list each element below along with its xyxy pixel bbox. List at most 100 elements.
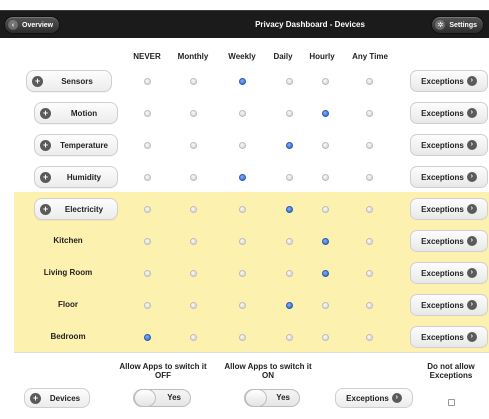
- radio-daily[interactable]: [286, 302, 293, 309]
- radio-monthly[interactable]: [190, 206, 197, 213]
- radio-hourly[interactable]: [322, 78, 329, 85]
- arrow-right-circle-icon: ›: [466, 204, 477, 214]
- radio-never[interactable]: [144, 302, 151, 309]
- radio-weekly[interactable]: [239, 142, 246, 149]
- radio-monthly[interactable]: [190, 238, 197, 245]
- do-not-allow-exceptions-checkbox[interactable]: [448, 399, 455, 406]
- toggle-value: Yes: [276, 393, 290, 402]
- radio-any-time[interactable]: [366, 110, 373, 117]
- radio-hourly[interactable]: [322, 334, 329, 341]
- radio-daily[interactable]: [286, 110, 293, 117]
- allow-on-caption-line2: ON: [262, 371, 274, 380]
- footer-exceptions-button[interactable]: Exceptions ›: [335, 388, 413, 408]
- radio-monthly[interactable]: [190, 334, 197, 341]
- category-motion-button[interactable]: + Motion: [34, 102, 118, 124]
- radio-weekly[interactable]: [239, 270, 246, 277]
- settings-button[interactable]: ✲ Settings: [431, 16, 484, 34]
- radio-any-time[interactable]: [366, 142, 373, 149]
- radio-weekly[interactable]: [239, 302, 246, 309]
- radio-monthly[interactable]: [190, 110, 197, 117]
- radio-monthly[interactable]: [190, 142, 197, 149]
- radio-never[interactable]: [144, 110, 151, 117]
- arrow-right-circle-icon: ›: [391, 393, 402, 403]
- allow-off-toggle[interactable]: Yes: [133, 389, 191, 407]
- radio-never[interactable]: [144, 334, 151, 341]
- arrow-right-circle-icon: ›: [466, 332, 477, 342]
- no-exceptions-caption-line1: Do not allow: [427, 362, 475, 371]
- exceptions-button[interactable]: Exceptions ›: [410, 134, 488, 156]
- arrow-right-circle-icon: ›: [466, 268, 477, 278]
- radio-monthly[interactable]: [190, 174, 197, 181]
- radio-daily[interactable]: [286, 206, 293, 213]
- top-toolbar: ‹ Overview Privacy Dashboard - Devices ✲…: [0, 10, 489, 38]
- radio-hourly[interactable]: [322, 270, 329, 277]
- radio-any-time[interactable]: [366, 206, 373, 213]
- exceptions-button[interactable]: Exceptions ›: [410, 102, 488, 124]
- exceptions-button[interactable]: Exceptions ›: [410, 198, 488, 220]
- category-sensors-button[interactable]: + Sensors: [26, 70, 112, 92]
- row-sensors: + Sensors Exceptions ›: [14, 64, 489, 96]
- radio-any-time[interactable]: [366, 334, 373, 341]
- radio-weekly[interactable]: [239, 238, 246, 245]
- exceptions-button[interactable]: Exceptions ›: [410, 70, 488, 92]
- radio-monthly[interactable]: [190, 302, 197, 309]
- radio-hourly[interactable]: [322, 206, 329, 213]
- radio-never[interactable]: [144, 78, 151, 85]
- category-humidity-button[interactable]: + Humidity: [34, 166, 118, 188]
- radio-monthly[interactable]: [190, 270, 197, 277]
- exceptions-button[interactable]: Exceptions ›: [410, 262, 488, 284]
- radio-hourly[interactable]: [322, 238, 329, 245]
- row-label: Humidity: [66, 172, 102, 182]
- radio-never[interactable]: [144, 142, 151, 149]
- category-temperature-button[interactable]: + Temperature: [34, 134, 118, 156]
- devices-label: Devices: [49, 393, 81, 403]
- allow-on-caption-line1: Allow Apps to switch it: [224, 362, 312, 371]
- radio-any-time[interactable]: [366, 270, 373, 277]
- overview-back-button[interactable]: ‹ Overview: [4, 16, 61, 34]
- footer-divider: [14, 352, 489, 353]
- radio-daily[interactable]: [286, 270, 293, 277]
- radio-weekly[interactable]: [239, 78, 246, 85]
- exceptions-button[interactable]: Exceptions ›: [410, 294, 488, 316]
- radio-weekly[interactable]: [239, 334, 246, 341]
- radio-weekly[interactable]: [239, 110, 246, 117]
- radio-any-time[interactable]: [366, 78, 373, 85]
- radio-any-time[interactable]: [366, 174, 373, 181]
- radio-daily[interactable]: [286, 174, 293, 181]
- radio-hourly[interactable]: [322, 302, 329, 309]
- arrow-right-circle-icon: ›: [466, 236, 477, 246]
- plus-circle-icon: +: [40, 107, 51, 119]
- row-label: Electricity: [64, 204, 104, 214]
- column-header-weekly: Weekly: [228, 52, 256, 61]
- radio-weekly[interactable]: [239, 206, 246, 213]
- radio-daily[interactable]: [286, 238, 293, 245]
- row-motion: + Motion Exceptions ›: [14, 96, 489, 128]
- radio-never[interactable]: [144, 238, 151, 245]
- radio-hourly[interactable]: [322, 110, 329, 117]
- exceptions-label: Exceptions: [421, 76, 464, 86]
- radio-any-time[interactable]: [366, 302, 373, 309]
- radio-daily[interactable]: [286, 334, 293, 341]
- exceptions-button[interactable]: Exceptions ›: [410, 166, 488, 188]
- radio-daily[interactable]: [286, 142, 293, 149]
- radio-monthly[interactable]: [190, 78, 197, 85]
- allow-off-caption-line2: OFF: [155, 371, 171, 380]
- overview-back-label: Overview: [22, 21, 54, 29]
- exceptions-button[interactable]: Exceptions ›: [410, 230, 488, 252]
- exceptions-button[interactable]: Exceptions ›: [410, 326, 488, 348]
- radio-any-time[interactable]: [366, 238, 373, 245]
- allow-on-toggle[interactable]: Yes: [244, 389, 300, 407]
- radio-hourly[interactable]: [322, 142, 329, 149]
- radio-never[interactable]: [144, 270, 151, 277]
- exceptions-label: Exceptions: [421, 236, 464, 246]
- row-temperature: + Temperature Exceptions ›: [14, 128, 489, 160]
- radio-hourly[interactable]: [322, 174, 329, 181]
- radio-daily[interactable]: [286, 78, 293, 85]
- radio-never[interactable]: [144, 206, 151, 213]
- category-electricity-button[interactable]: + Electricity: [34, 198, 118, 220]
- row-electricity: + Electricity Exceptions ›: [14, 192, 489, 224]
- devices-button[interactable]: + Devices: [24, 388, 90, 408]
- column-header-daily: Daily: [273, 52, 293, 61]
- radio-never[interactable]: [144, 174, 151, 181]
- radio-weekly[interactable]: [239, 174, 246, 181]
